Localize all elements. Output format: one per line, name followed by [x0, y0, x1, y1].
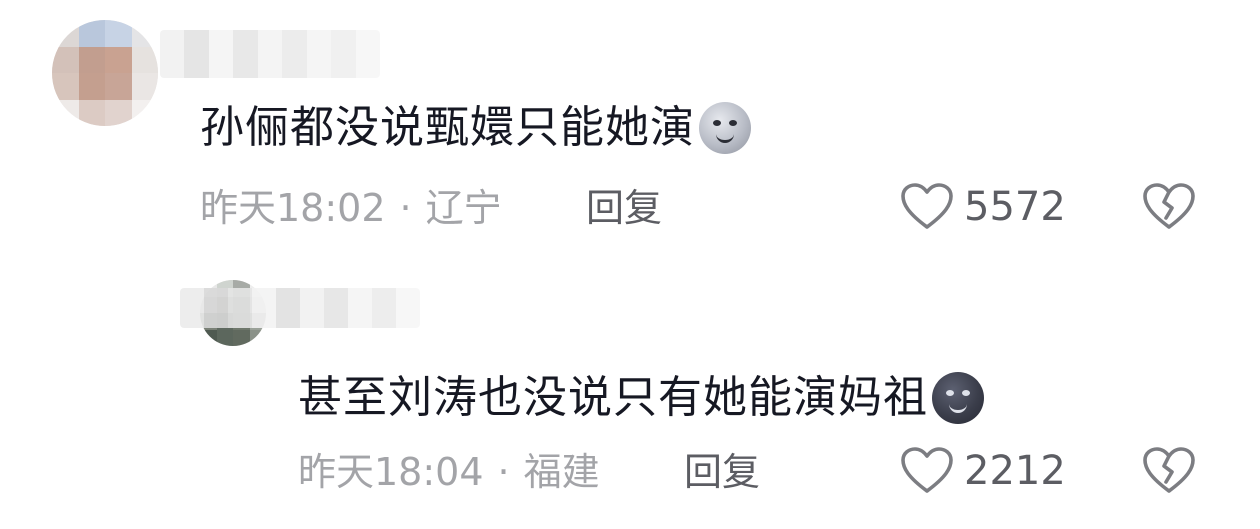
broken-heart-icon [1143, 447, 1195, 493]
heart-outline-icon [901, 447, 953, 493]
reply-button[interactable]: 回复 [586, 186, 662, 230]
like-button[interactable]: 5572 [900, 182, 1066, 232]
comment-text: 孙俪都没说甄嬛只能她演 [200, 100, 751, 156]
dislike-button[interactable] [1142, 446, 1196, 496]
comment-body: 甚至刘涛也没说只有她能演妈祖 [298, 372, 928, 423]
reply-button[interactable]: 回复 [684, 450, 760, 494]
avatar[interactable] [52, 20, 158, 126]
new-moon-face-icon [932, 372, 984, 424]
heart-outline-icon [901, 183, 953, 229]
broken-heart-icon [1143, 183, 1195, 229]
comment-item: 孙俪都没说甄嬛只能她演 昨天18:02 · 辽宁 回复 5572 [0, 0, 1260, 250]
comment-body: 孙俪都没说甄嬛只能她演 [200, 102, 695, 153]
meta-separator: · [399, 186, 412, 230]
comment-location: 福建 [523, 450, 600, 494]
like-count: 2212 [964, 448, 1066, 494]
comment-meta: 昨天18:02 · 辽宁 [200, 186, 502, 230]
comment-time: 昨天18:04 [298, 450, 484, 494]
avatar-mosaic [52, 20, 158, 126]
like-count: 5572 [964, 184, 1066, 230]
reply-comment-item: 甚至刘涛也没说只有她能演妈祖 昨天18:04 · 福建 回复 2212 [0, 270, 1260, 529]
username-mosaic[interactable] [180, 288, 420, 328]
meta-separator: · [497, 450, 510, 494]
comment-time: 昨天18:02 [200, 186, 386, 230]
comment-location: 辽宁 [425, 186, 502, 230]
dislike-button[interactable] [1142, 182, 1196, 232]
comment-meta: 昨天18:04 · 福建 [298, 450, 600, 494]
like-button[interactable]: 2212 [900, 446, 1066, 496]
username-mosaic[interactable] [160, 30, 380, 78]
full-moon-face-icon [699, 102, 751, 154]
comment-text: 甚至刘涛也没说只有她能演妈祖 [298, 370, 984, 426]
